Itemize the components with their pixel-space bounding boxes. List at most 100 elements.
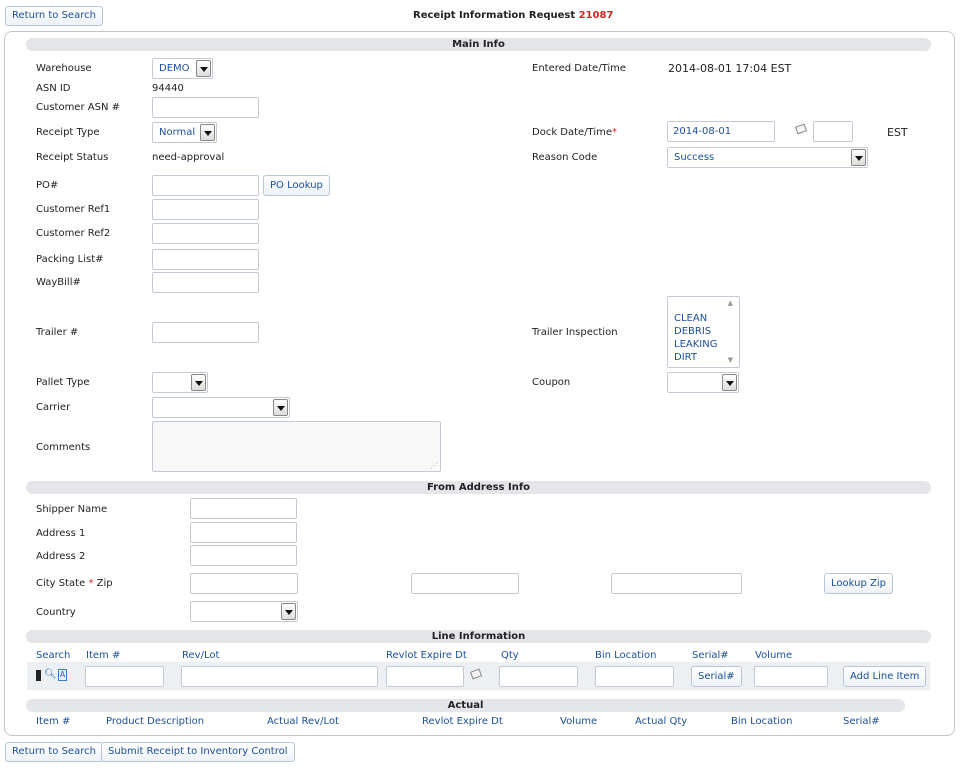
address1-field[interactable]: [190, 522, 297, 543]
col-revlot-expire: Revlot Expire Dt: [386, 650, 467, 661]
address2-field[interactable]: [190, 545, 297, 566]
col-search: Search: [36, 650, 71, 661]
address2-label: Address 2: [36, 551, 86, 562]
return-to-search-button[interactable]: Return to Search: [5, 6, 103, 26]
barcode-icon[interactable]: [36, 670, 41, 681]
city-state-zip-label: City State * Zip: [36, 578, 113, 589]
customer-asn-field[interactable]: [152, 97, 259, 118]
qty-field[interactable]: [499, 666, 578, 687]
actual-col-rev-lot: Actual Rev/Lot: [267, 716, 339, 727]
dock-date-label-text: Dock Date/Time: [532, 127, 613, 138]
customer-ref2-field[interactable]: [152, 223, 259, 244]
pallet-type-select[interactable]: [152, 372, 208, 393]
trailer-label: Trailer #: [36, 327, 79, 338]
resize-grip-icon[interactable]: ⋰: [430, 462, 438, 470]
inspection-option-clean[interactable]: CLEAN: [674, 312, 717, 325]
zip-field[interactable]: [611, 573, 742, 594]
main-info-section-header: Main Info: [26, 38, 931, 51]
po-label: PO#: [36, 180, 59, 191]
coupon-select[interactable]: [667, 372, 739, 393]
add-line-item-button[interactable]: Add Line Item: [843, 666, 927, 687]
dock-time-field[interactable]: [813, 121, 853, 142]
inspection-option-debris[interactable]: DEBRIS: [674, 325, 717, 338]
magnifier-icon[interactable]: 🔍︎: [44, 669, 57, 680]
reason-code-select-value: Success: [674, 152, 715, 163]
inspection-option-leaking[interactable]: LEAKING: [674, 338, 717, 351]
actual-col-revlot-expire: Revlot Expire Dt: [422, 716, 503, 727]
comments-textarea[interactable]: ⋰: [152, 421, 441, 472]
text-entry-icon[interactable]: A: [58, 669, 67, 681]
state-field[interactable]: [411, 573, 519, 594]
actual-section-header: Actual: [26, 699, 905, 712]
packing-list-field[interactable]: [152, 249, 259, 270]
scroll-up-icon[interactable]: ▲: [728, 299, 733, 307]
warehouse-label: Warehouse: [36, 63, 92, 74]
item-number-field[interactable]: [85, 666, 164, 687]
asn-id-value: 94440: [152, 83, 184, 94]
country-select[interactable]: [190, 601, 298, 622]
actual-col-volume: Volume: [560, 716, 598, 727]
coupon-label: Coupon: [532, 377, 571, 388]
customer-ref1-label: Customer Ref1: [36, 204, 111, 215]
revlot-expire-field[interactable]: [386, 666, 464, 687]
request-id: 21087: [578, 10, 614, 21]
receipt-type-label: Receipt Type: [36, 127, 100, 138]
lookup-zip-button[interactable]: Lookup Zip: [824, 573, 893, 594]
chevron-down-icon: [191, 374, 206, 391]
chevron-down-icon: [200, 124, 215, 141]
scroll-down-icon[interactable]: ▼: [728, 356, 733, 364]
actual-col-product-description: Product Description: [106, 716, 205, 727]
required-marker: *: [612, 127, 618, 138]
required-marker: *: [88, 578, 94, 589]
zip-label-text: Zip: [96, 578, 113, 589]
address1-label: Address 1: [36, 528, 86, 539]
receipt-type-select[interactable]: Normal: [152, 122, 217, 143]
asn-id-label: ASN ID: [36, 83, 71, 94]
receipt-status-label: Receipt Status: [36, 152, 109, 163]
dock-date-field[interactable]: 2014-08-01: [667, 121, 775, 142]
col-volume: Volume: [755, 650, 793, 661]
shipper-name-field[interactable]: [190, 498, 297, 519]
shipper-name-label: Shipper Name: [36, 504, 108, 515]
col-rev-lot: Rev/Lot: [182, 650, 220, 661]
page-title-text: Receipt Information Request: [413, 10, 576, 21]
rev-lot-field[interactable]: [181, 666, 378, 687]
col-qty: Qty: [501, 650, 519, 661]
trailer-field[interactable]: [152, 322, 259, 343]
inspection-option-dirt[interactable]: DIRT: [674, 351, 717, 364]
actual-col-bin-location: Bin Location: [731, 716, 793, 727]
timezone-label: EST: [887, 126, 908, 139]
volume-field[interactable]: [754, 666, 828, 687]
packing-list-label: Packing List#: [36, 254, 104, 265]
from-address-section-header: From Address Info: [26, 481, 931, 494]
col-serial: Serial#: [692, 650, 729, 661]
customer-asn-label: Customer ASN #: [36, 102, 120, 113]
waybill-field[interactable]: [152, 272, 259, 293]
reason-code-select[interactable]: Success: [667, 147, 868, 168]
po-field[interactable]: [152, 175, 259, 196]
warehouse-select[interactable]: DEMO: [152, 58, 213, 79]
comments-label: Comments: [36, 442, 91, 453]
entered-date-label: Entered Date/Time: [532, 63, 627, 74]
actual-col-qty: Actual Qty: [635, 716, 688, 727]
actual-col-serial: Serial#: [843, 716, 880, 727]
footer-return-to-search-button[interactable]: Return to Search: [5, 742, 103, 762]
trailer-inspection-listbox[interactable]: CLEAN DEBRIS LEAKING DIRT ▲ ▼: [667, 296, 740, 368]
chevron-down-icon: [851, 149, 866, 166]
customer-ref1-field[interactable]: [152, 199, 259, 220]
customer-ref2-label: Customer Ref2: [36, 228, 111, 239]
submit-receipt-button[interactable]: Submit Receipt to Inventory Control: [101, 742, 295, 762]
po-lookup-button[interactable]: PO Lookup: [263, 175, 330, 196]
city-field[interactable]: [190, 573, 298, 594]
chevron-down-icon: [722, 374, 737, 391]
col-bin-location: Bin Location: [595, 650, 657, 661]
pallet-type-label: Pallet Type: [36, 377, 90, 388]
chevron-down-icon: [273, 399, 288, 416]
bin-location-field[interactable]: [595, 666, 674, 687]
serial-button[interactable]: Serial#: [691, 666, 742, 687]
carrier-select[interactable]: [152, 397, 290, 418]
warehouse-select-value: DEMO: [159, 63, 190, 74]
chevron-down-icon: [281, 603, 296, 620]
reason-code-label: Reason Code: [532, 152, 598, 163]
receipt-status-value: need-approval: [152, 152, 225, 163]
